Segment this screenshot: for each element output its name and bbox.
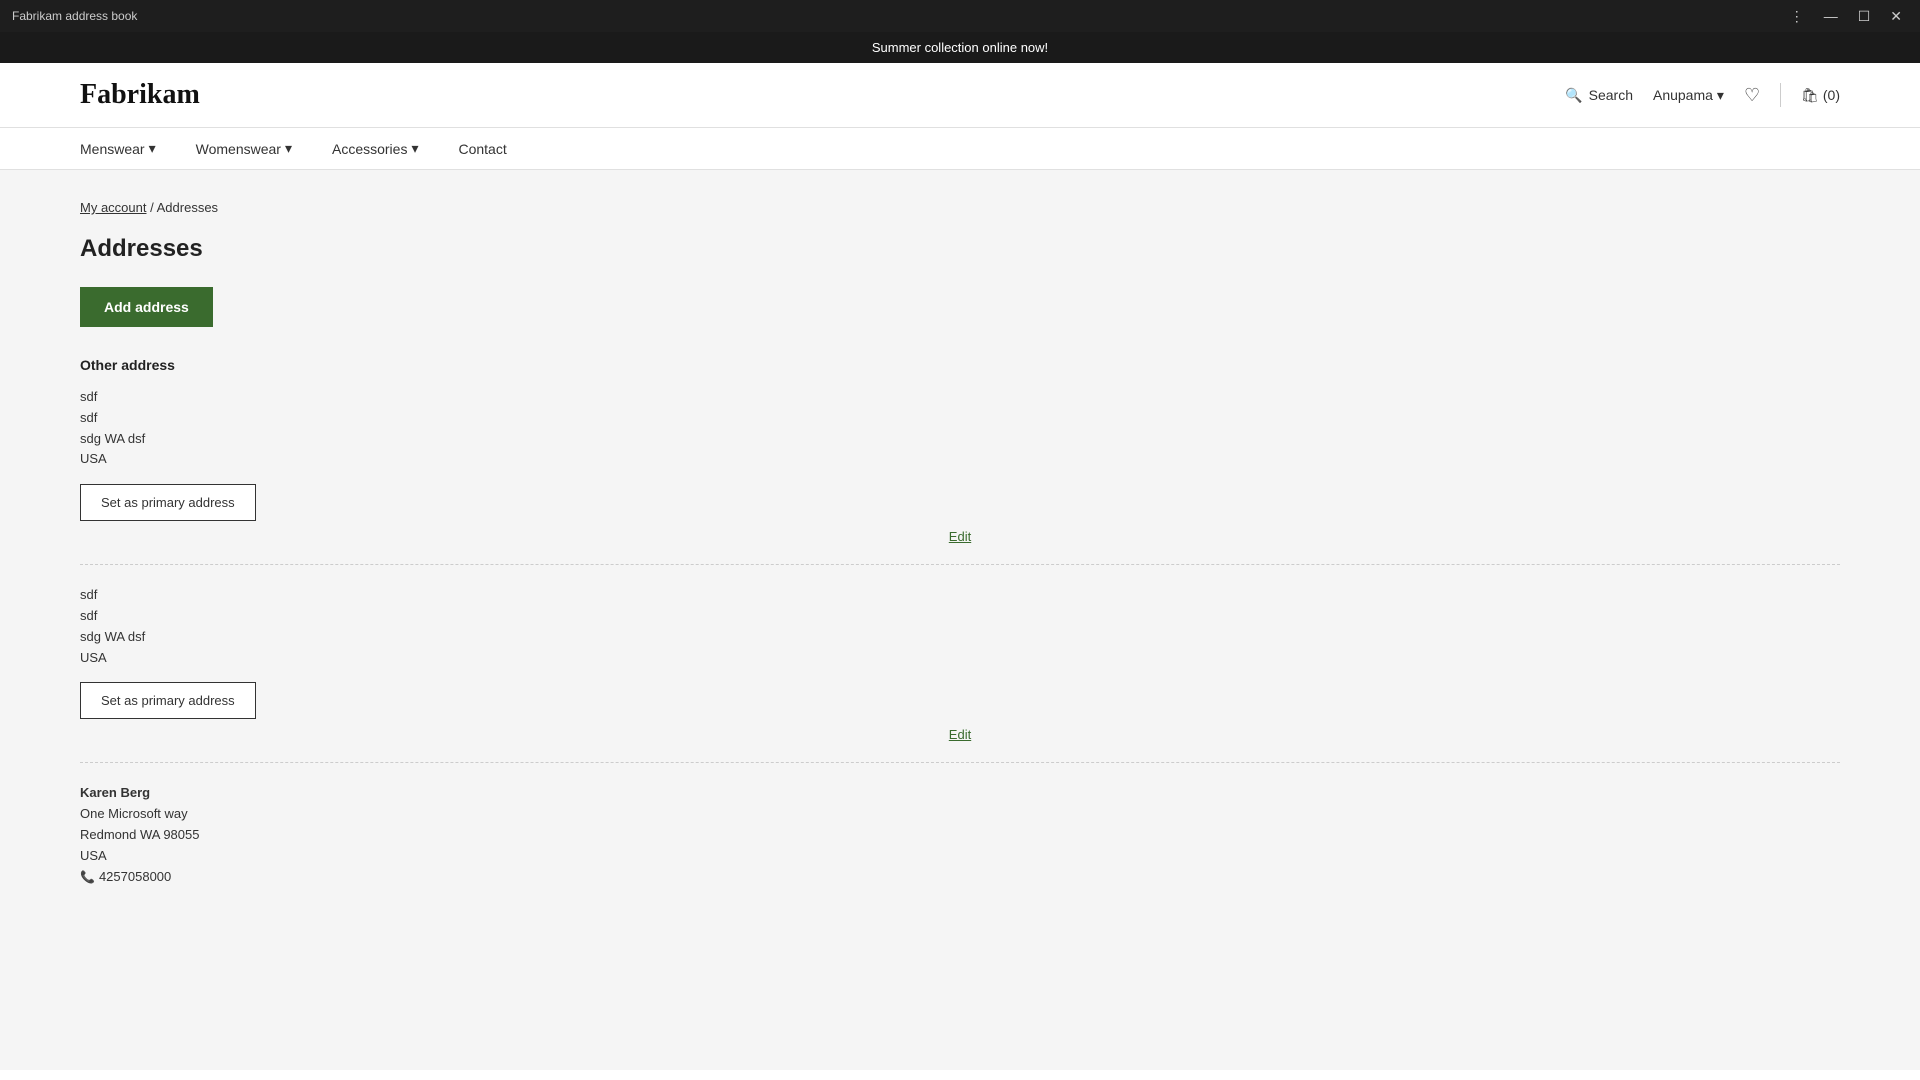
address-item: sdf sdf sdg WA dsf USA Set as primary ad…: [80, 585, 1840, 742]
cart-button[interactable]: 🛍 (0): [1801, 87, 1840, 104]
breadcrumb-my-account[interactable]: My account: [80, 200, 146, 215]
set-primary-address-button[interactable]: Set as primary address: [80, 484, 256, 521]
accessories-label: Accessories: [332, 141, 407, 157]
top-banner: Summer collection online now!: [0, 32, 1920, 63]
nav-item-accessories[interactable]: Accessories ▾: [332, 140, 419, 157]
window-minimize-button[interactable]: —: [1818, 6, 1844, 27]
logo[interactable]: Fabrikam: [80, 79, 200, 111]
nav-item-womenswear[interactable]: Womenswear ▾: [196, 140, 292, 157]
womenswear-label: Womenswear: [196, 141, 281, 157]
menswear-label: Menswear: [80, 141, 145, 157]
header-divider: [1780, 83, 1781, 107]
window-title: Fabrikam address book: [12, 9, 137, 23]
address-actions: Set as primary address Edit: [80, 682, 1840, 742]
window-controls: ⋮ — ☐ ✕: [1784, 6, 1908, 27]
breadcrumb: My account / Addresses: [80, 200, 1840, 215]
address-line: USA: [80, 846, 1840, 867]
phone-number: 📞4257058000: [80, 867, 1840, 888]
search-icon: 🔍: [1565, 87, 1582, 104]
main-nav: Menswear ▾ Womenswear ▾ Accessories ▾ Co…: [0, 128, 1920, 170]
edit-address-button[interactable]: Edit: [80, 727, 1840, 742]
address-separator: [80, 564, 1840, 565]
edit-address-button[interactable]: Edit: [80, 529, 1840, 544]
address-name: Karen Berg: [80, 783, 1840, 804]
wishlist-button[interactable]: ♡: [1744, 85, 1760, 106]
set-primary-address-button[interactable]: Set as primary address: [80, 682, 256, 719]
heart-icon: ♡: [1744, 85, 1760, 105]
section-header: Other address: [80, 357, 1840, 373]
address-line: sdf: [80, 585, 1840, 606]
window-menu-button[interactable]: ⋮: [1784, 6, 1810, 27]
chevron-down-icon: ▾: [411, 140, 418, 157]
window-chrome: Fabrikam address book ⋮ — ☐ ✕: [0, 0, 1920, 32]
address-line: sdg WA dsf: [80, 429, 1840, 450]
page-title: Addresses: [80, 235, 1840, 263]
header-right: 🔍 Search Anupama ▾ ♡ 🛍 (0): [1565, 83, 1840, 107]
address-actions: Set as primary address Edit: [80, 484, 1840, 544]
window-maximize-button[interactable]: ☐: [1852, 6, 1877, 27]
nav-item-menswear[interactable]: Menswear ▾: [80, 140, 156, 157]
address-line: sdg WA dsf: [80, 627, 1840, 648]
address-item: sdf sdf sdg WA dsf USA Set as primary ad…: [80, 387, 1840, 544]
banner-text: Summer collection online now!: [872, 40, 1048, 55]
cart-icon: 🛍: [1801, 87, 1819, 104]
breadcrumb-current: Addresses: [157, 200, 218, 215]
address-item: Karen Berg One Microsoft way Redmond WA …: [80, 783, 1840, 887]
contact-label: Contact: [458, 141, 506, 157]
user-name: Anupama: [1653, 87, 1713, 103]
cart-count: (0): [1823, 87, 1840, 103]
chevron-down-icon: ▾: [285, 140, 292, 157]
phone-icon: 📞: [80, 870, 95, 884]
main-content: My account / Addresses Addresses Add add…: [0, 170, 1920, 1070]
chevron-down-icon: ▾: [1717, 87, 1724, 104]
window-close-button[interactable]: ✕: [1884, 6, 1908, 27]
nav-item-contact[interactable]: Contact: [458, 141, 506, 157]
search-label: Search: [1589, 87, 1633, 103]
address-line: sdf: [80, 606, 1840, 627]
chevron-down-icon: ▾: [149, 140, 156, 157]
address-line: sdf: [80, 387, 1840, 408]
address-line: USA: [80, 449, 1840, 470]
address-line: sdf: [80, 408, 1840, 429]
address-line: One Microsoft way: [80, 804, 1840, 825]
address-line: Redmond WA 98055: [80, 825, 1840, 846]
search-button[interactable]: 🔍 Search: [1565, 87, 1633, 104]
address-line: USA: [80, 648, 1840, 669]
user-menu-button[interactable]: Anupama ▾: [1653, 87, 1724, 104]
add-address-button[interactable]: Add address: [80, 287, 213, 327]
address-separator: [80, 762, 1840, 763]
header: Fabrikam 🔍 Search Anupama ▾ ♡ 🛍 (0): [0, 63, 1920, 128]
